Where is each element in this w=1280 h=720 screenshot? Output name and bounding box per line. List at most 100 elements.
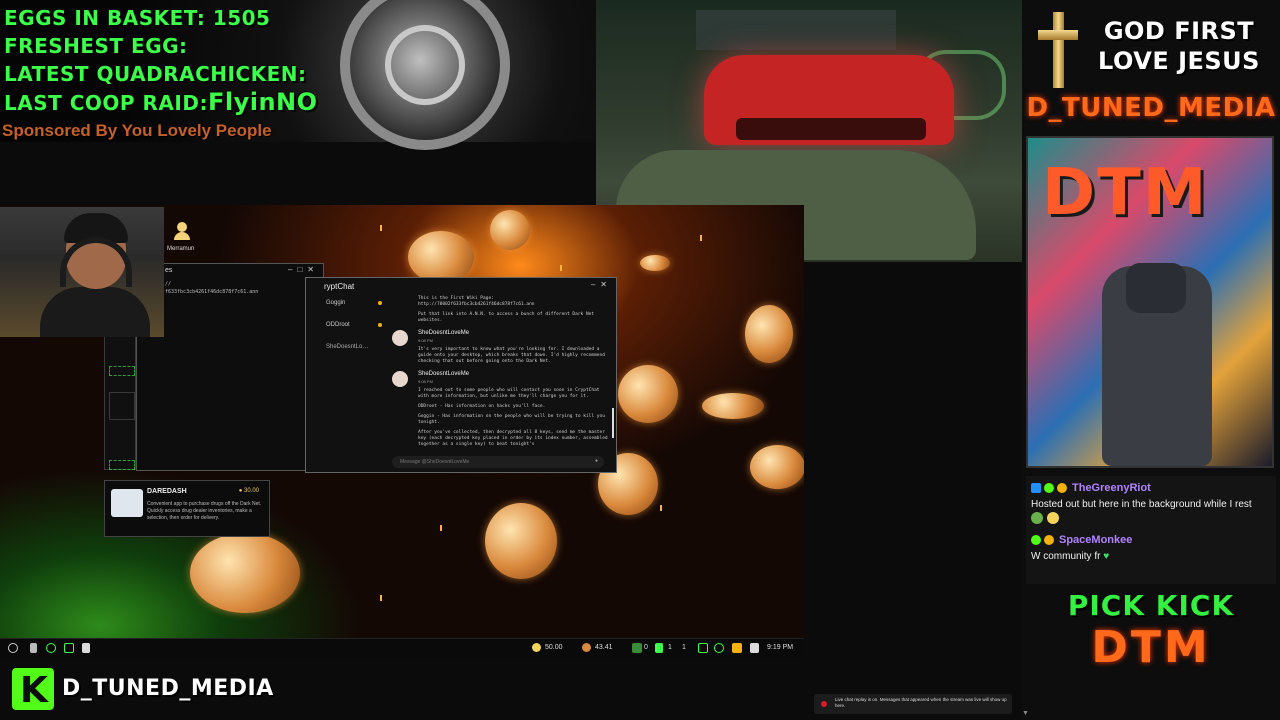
emote-icon	[1047, 512, 1059, 524]
document-icon[interactable]	[82, 643, 90, 653]
brand-title: D_TUNED_MEDIA	[1026, 93, 1276, 123]
message-header: SheDoesntLoveMe 9:08 PM	[392, 330, 612, 346]
balance-crypto: 43.41	[595, 644, 613, 651]
stats-lines: EGGS IN BASKET: 1505 FRESHEST EGG: LATES…	[4, 4, 318, 117]
eggs-in-basket: EGGS IN BASKET: 1505	[4, 6, 271, 30]
bitcoin-coin	[618, 365, 678, 423]
app-slot[interactable]	[109, 366, 135, 376]
right-panel: GOD FIRST LOVE JESUS D_TUNED_MEDIA DTM T…	[1022, 0, 1280, 720]
pick-kick-text: PICK KICK	[1067, 589, 1235, 622]
wheel-hub-graphic	[385, 25, 465, 105]
kick-logo-icon: K	[12, 668, 54, 711]
power-icon[interactable]	[8, 643, 18, 653]
bitcoin-icon	[582, 643, 591, 652]
contact-oddroot[interactable]: ODDroot	[326, 322, 386, 328]
cryptchat-window[interactable]: ryptChat –✕ Goggin ODDroot SheDoesntLo… …	[305, 277, 617, 473]
close-button[interactable]: ✕	[307, 265, 319, 274]
sender-name: SheDoesntLoveMe	[418, 330, 470, 336]
message-time: 9:08 PM	[418, 379, 433, 384]
coin-icon	[532, 643, 541, 652]
speaker-icon[interactable]	[750, 643, 759, 653]
daredash-icon	[111, 489, 143, 517]
monitor-icon[interactable]	[64, 643, 74, 653]
minimize-button[interactable]: –	[591, 280, 600, 289]
counter-2: 1	[668, 644, 672, 651]
unread-dot-icon	[378, 323, 382, 327]
spark	[700, 235, 702, 241]
contact-goggin[interactable]: Goggin	[326, 300, 386, 306]
message-input[interactable]: Message @SheDoesntLoveMe ●	[392, 456, 604, 468]
contact-shedoesntloveme[interactable]: SheDoesntLo…	[326, 344, 386, 350]
network-icon[interactable]	[46, 643, 56, 653]
daredash-price: ● 30.00	[238, 488, 259, 494]
streamer-camera	[0, 207, 164, 337]
bitcoin-coin	[490, 210, 530, 250]
bitcoin-coin	[190, 533, 300, 613]
chat-text: W community fr ♥	[1031, 551, 1110, 562]
sender-name: SheDoesntLoveMe	[418, 371, 470, 377]
coop-raid-name: FlyinNO	[207, 88, 318, 116]
desktop-user-icon[interactable]	[172, 220, 192, 240]
live-dot-icon	[821, 701, 827, 707]
room-shelf	[696, 10, 896, 50]
chat-username[interactable]: TheGreenyRiot	[1072, 482, 1151, 494]
wifi-icon[interactable]	[632, 643, 642, 653]
message-text: I reached out to some people who will co…	[418, 388, 608, 447]
taskbar-clock: 9:19 PM	[767, 644, 794, 651]
bitcoin-coin	[702, 393, 764, 419]
message-header: SheDoesntLoveMe 9:08 PM	[392, 371, 612, 387]
emoji-badge-icon	[1057, 483, 1067, 493]
spark	[380, 225, 382, 231]
close-button[interactable]: ✕	[600, 280, 612, 289]
chat-username[interactable]: SpaceMonkee	[1059, 534, 1132, 546]
browser-window[interactable]: es –□✕ // f633fbc3cb4261f46dc878f7c61.an…	[136, 263, 324, 471]
maximize-button[interactable]: □	[297, 265, 307, 274]
counter-1: 0	[644, 644, 648, 651]
chevron-down-icon[interactable]: ▼	[1022, 710, 1029, 717]
spark	[660, 505, 662, 511]
face-camera: DTM	[1026, 136, 1274, 468]
message-time: 9:08 PM	[418, 338, 433, 343]
desktop-user-label: Merramun	[167, 246, 195, 252]
bitcoin-coin	[750, 445, 804, 489]
send-icon[interactable]: ●	[595, 458, 598, 464]
last-coop-raid: LAST COOP RAID:FlyinNO	[4, 88, 318, 116]
unread-dot-icon	[378, 301, 382, 305]
freshest-egg: FRESHEST EGG:	[4, 34, 188, 58]
car-seat-headrest	[1126, 263, 1186, 313]
message-scrollbar[interactable]	[612, 408, 614, 438]
cryptchat-title: ryptChat	[324, 282, 355, 291]
signal-icon[interactable]	[655, 643, 663, 653]
clock-icon[interactable]	[714, 643, 724, 653]
chat-message: TheGreenyRiot Hosted out but here in the…	[1026, 476, 1276, 528]
chat-overlay: TheGreenyRiot Hosted out but here in the…	[1026, 476, 1276, 584]
daredash-app-card[interactable]: DAREDASH ● 30.00 Convenient app to purch…	[104, 480, 270, 537]
verified-badge-icon	[1044, 483, 1054, 493]
chat-message: SpaceMonkee W community fr ♥	[1026, 528, 1276, 567]
folder-icon[interactable]	[732, 643, 742, 653]
daredash-title: DAREDASH	[147, 488, 187, 495]
bitcoin-coin	[408, 231, 474, 283]
green-heart-icon: ♥	[1103, 551, 1110, 562]
message-area: This is the First Wiki Page: http://7800…	[392, 293, 612, 453]
emoji-badge-icon	[1044, 535, 1054, 545]
message-text: It's very important to know what you're …	[418, 347, 605, 364]
cross-icon	[1038, 12, 1078, 88]
window-controls: –□✕	[288, 265, 319, 274]
badge-icon	[1031, 483, 1041, 493]
bitcoin-coin	[485, 503, 557, 579]
app-slot-icon[interactable]	[109, 392, 135, 420]
grid-icon[interactable]	[698, 643, 708, 653]
coin-icon: ●	[238, 488, 243, 494]
emote-icon	[1031, 512, 1043, 524]
browser-url: // f633fbc3cb4261f46dc878f7c61.ann	[165, 281, 259, 295]
channel-name: D_TUNED_MEDIA	[62, 676, 274, 701]
balance-primary: 50.00	[545, 644, 563, 651]
app-slot[interactable]	[109, 460, 135, 470]
game-taskbar: 50.00 43.41 0 1 1 9:19 PM	[0, 638, 804, 658]
stats-overlay: EGGS IN BASKET: 1505 FRESHEST EGG: LATES…	[0, 0, 596, 150]
user-icon[interactable]	[30, 643, 37, 653]
message-text: This is the First Wiki Page: http://7800…	[418, 296, 595, 323]
avatar	[392, 330, 408, 346]
dtm-logo-text: DTM	[1091, 622, 1211, 673]
